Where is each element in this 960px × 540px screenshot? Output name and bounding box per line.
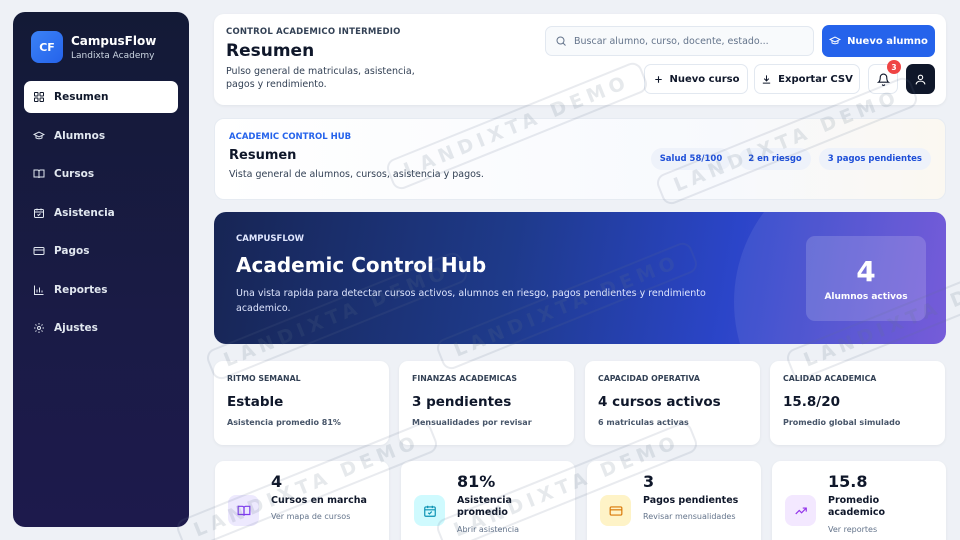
stat-label: Cursos en marcha bbox=[271, 495, 367, 506]
credit-card-icon bbox=[33, 247, 45, 255]
sidebar-item-label: Ajustes bbox=[54, 322, 98, 334]
kpi-card-capacity: CAPACIDAD OPERATIVA 4 cursos activos 6 m… bbox=[585, 361, 760, 445]
notifications-button[interactable]: 3 bbox=[868, 60, 901, 94]
stat-card-courses[interactable]: 4 Cursos en marcha Ver mapa de cursos bbox=[215, 461, 389, 540]
sidebar-item-label: Reportes bbox=[54, 283, 108, 296]
hub-summary-card: ACADEMIC CONTROL HUB Resumen Vista gener… bbox=[214, 118, 946, 200]
sidebar-item-pagos[interactable]: Pagos bbox=[24, 235, 178, 267]
export-csv-button[interactable]: Exportar CSV bbox=[754, 64, 860, 94]
kpi-subtext: 6 matriculas activas bbox=[598, 418, 689, 427]
search-input[interactable] bbox=[574, 35, 804, 47]
search-icon bbox=[556, 36, 566, 46]
kpi-card-quality: CALIDAD ACADEMICA 15.8/20 Promedio globa… bbox=[770, 361, 945, 445]
kpi-value: 3 pendientes bbox=[412, 394, 512, 410]
active-students-stat: 4 Alumnos activos bbox=[806, 236, 926, 321]
new-course-button[interactable]: Nuevo curso bbox=[644, 64, 748, 94]
sidebar-item-label: Alumnos bbox=[54, 129, 106, 142]
kpi-value: 4 cursos activos bbox=[598, 394, 721, 410]
stat-icon-box bbox=[228, 495, 259, 526]
active-students-value: 4 bbox=[856, 255, 876, 288]
stat-label: Promedio academico bbox=[828, 495, 886, 519]
status-pill-health: Salud 58/100 bbox=[650, 148, 732, 170]
bar-chart-icon bbox=[34, 285, 44, 295]
hero-description: Una vista rapida para detectar cursos ac… bbox=[236, 288, 706, 315]
status-pill-risk: 2 en riesgo bbox=[739, 148, 811, 170]
stat-link[interactable]: Ver mapa de cursos bbox=[271, 512, 367, 521]
stat-label: Asistencia promedio bbox=[457, 495, 512, 519]
kpi-card-finances: FINANZAS ACADEMICAS 3 pendientes Mensual… bbox=[399, 361, 574, 445]
stat-label: Pagos pendientes bbox=[643, 495, 739, 506]
sidebar-item-label: Resumen bbox=[54, 91, 109, 103]
new-course-label: Nuevo curso bbox=[669, 73, 740, 85]
plus-icon bbox=[654, 75, 662, 83]
stat-card-attendance[interactable]: 81% Asistencia promedio Abrir asistencia bbox=[401, 461, 575, 540]
stat-icon-box bbox=[414, 495, 445, 526]
kpi-value: Estable bbox=[227, 394, 284, 410]
sidebar-item-alumnos[interactable]: Alumnos bbox=[24, 120, 178, 152]
stat-value: 81% bbox=[457, 472, 496, 491]
page-description: Pulso general de matriculas, asistencia,… bbox=[226, 66, 415, 90]
status-pill-payments: 3 pagos pendientes bbox=[818, 148, 931, 170]
gear-icon bbox=[34, 323, 44, 333]
sidebar-item-cursos[interactable]: Cursos bbox=[24, 158, 178, 190]
notification-badge: 3 bbox=[887, 60, 901, 74]
stat-value: 15.8 bbox=[828, 472, 868, 491]
sidebar: CF CampusFlow Landixta Academy Resumen A… bbox=[13, 12, 189, 527]
kpi-label: CAPACIDAD OPERATIVA bbox=[598, 374, 700, 383]
stat-value: 4 bbox=[271, 472, 283, 491]
book-icon bbox=[237, 505, 250, 516]
kpi-card-weekly-rhythm: RITMO SEMANAL Estable Asistencia promedi… bbox=[214, 361, 389, 445]
stat-link[interactable]: Abrir asistencia bbox=[457, 525, 562, 534]
kpi-label: RITMO SEMANAL bbox=[227, 374, 301, 383]
hub-description: Vista general de alumnos, cursos, asiste… bbox=[229, 169, 484, 180]
status-pills: Salud 58/100 2 en riesgo 3 pagos pendien… bbox=[650, 148, 931, 170]
kpi-subtext: Mensualidades por revisar bbox=[412, 418, 532, 427]
graduation-cap-icon bbox=[33, 130, 45, 139]
kpi-subtext: Asistencia promedio 81% bbox=[227, 418, 341, 427]
user-menu-button[interactable] bbox=[906, 64, 935, 94]
export-csv-label: Exportar CSV bbox=[778, 73, 853, 85]
sidebar-item-resumen[interactable]: Resumen bbox=[24, 81, 178, 113]
stat-link[interactable]: Ver reportes bbox=[828, 525, 933, 534]
book-icon bbox=[33, 169, 45, 179]
sidebar-item-asistencia[interactable]: Asistencia bbox=[24, 197, 178, 229]
sidebar-item-ajustes[interactable]: Ajustes bbox=[24, 312, 178, 344]
stat-icon-box bbox=[600, 495, 631, 526]
stat-icon-box bbox=[785, 495, 816, 526]
hero-banner: CAMPUSFLOW Academic Control Hub Una vist… bbox=[214, 212, 946, 344]
graduation-cap-icon bbox=[829, 36, 842, 45]
sidebar-item-reportes[interactable]: Reportes bbox=[24, 274, 178, 306]
stat-card-average[interactable]: 15.8 Promedio academico Ver reportes bbox=[772, 461, 946, 540]
kpi-label: FINANZAS ACADEMICAS bbox=[412, 374, 517, 383]
trending-up-icon bbox=[794, 507, 807, 514]
grid-icon bbox=[34, 92, 44, 102]
new-student-label: Nuevo alumno bbox=[847, 35, 928, 47]
new-student-button[interactable]: Nuevo alumno bbox=[822, 25, 935, 57]
user-icon bbox=[915, 74, 926, 84]
search-box[interactable] bbox=[545, 26, 814, 56]
stat-card-payments[interactable]: 3 Pagos pendientes Revisar mensualidades bbox=[587, 461, 761, 540]
credit-card-icon bbox=[609, 505, 622, 516]
sidebar-item-label: Cursos bbox=[54, 168, 95, 180]
brand-subtitle: Landixta Academy bbox=[71, 50, 155, 61]
sidebar-item-label: Asistencia bbox=[54, 206, 115, 219]
brand[interactable]: CF CampusFlow Landixta Academy bbox=[31, 31, 178, 63]
brand-name: CampusFlow bbox=[71, 33, 157, 48]
stat-value: 3 bbox=[643, 472, 655, 491]
calendar-icon bbox=[423, 505, 436, 517]
kpi-label: CALIDAD ACADEMICA bbox=[783, 374, 877, 383]
brand-logo: CF bbox=[31, 31, 63, 63]
sidebar-item-label: Pagos bbox=[54, 245, 90, 257]
bell-icon bbox=[876, 73, 890, 86]
stat-link[interactable]: Revisar mensualidades bbox=[643, 512, 738, 521]
kpi-value: 15.8/20 bbox=[783, 394, 841, 410]
kpi-subtext: Promedio global simulado bbox=[783, 418, 901, 427]
calendar-icon bbox=[34, 208, 44, 218]
page-header: CONTROL ACADEMICO INTERMEDIO Resumen Pul… bbox=[214, 14, 946, 105]
download-icon bbox=[763, 74, 771, 84]
hub-eyebrow: ACADEMIC CONTROL HUB bbox=[229, 132, 352, 142]
active-students-label: Alumnos activos bbox=[824, 292, 908, 302]
